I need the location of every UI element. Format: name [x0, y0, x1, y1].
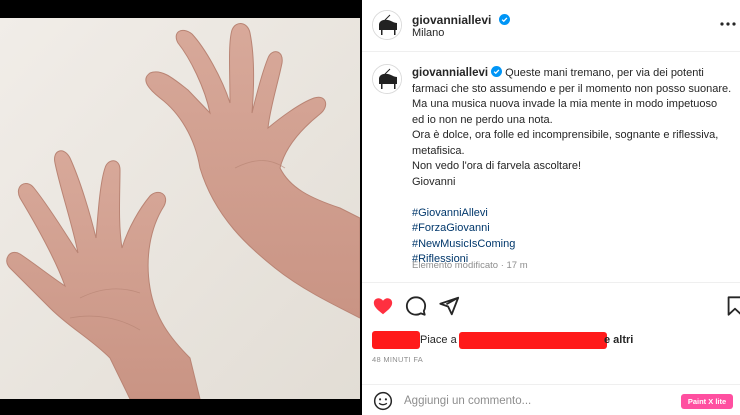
header-username[interactable]: giovanniallevi	[412, 13, 491, 27]
caption-first-line: giovanniallevi Queste mani tremano, per …	[412, 66, 738, 82]
redaction-mark	[372, 331, 420, 349]
piano-icon	[373, 65, 401, 93]
caption-line: farmaci che sto assumendo e per il momen…	[412, 82, 732, 95]
comment-icon[interactable]	[405, 295, 427, 317]
likes-suffix[interactable]: e altri	[604, 334, 633, 346]
hands-illustration	[0, 18, 360, 399]
watermark-badge: Paint X lite	[681, 394, 733, 409]
heart-icon[interactable]	[372, 295, 394, 317]
likes-prefix: Piace a	[420, 334, 457, 346]
emoji-icon[interactable]	[373, 391, 393, 411]
redaction-mark	[459, 332, 607, 349]
post-photo[interactable]	[0, 18, 360, 399]
post-panel: giovanniallevi Milano giovanniallevi Que…	[362, 0, 740, 415]
caption-line: Ma una musica nuova invade la mia mente …	[412, 98, 718, 110]
caption-avatar[interactable]	[372, 64, 402, 94]
caption-line: ed io non ne perdo una nota.	[412, 113, 553, 126]
comment-row: Paint X lite	[362, 386, 740, 415]
comment-input[interactable]	[404, 391, 654, 411]
likes-row: Piace a e altri	[372, 330, 732, 350]
post-location[interactable]: Milano	[412, 27, 444, 39]
action-bar	[362, 291, 740, 321]
share-icon[interactable]	[438, 295, 460, 317]
post-caption: giovanniallevi Queste mani tremano, per …	[412, 66, 738, 268]
post-header: giovanniallevi Milano	[362, 0, 740, 52]
caption-line: Non vedo l'ora di farvela ascoltare!	[412, 160, 582, 172]
bookmark-icon[interactable]	[724, 295, 740, 317]
piano-avatar[interactable]	[372, 10, 402, 40]
piano-icon	[373, 11, 401, 39]
hashtag-link[interactable]: #GiovanniAllevi	[412, 206, 738, 222]
hashtag-link[interactable]: #NewMusicIsComing	[412, 237, 738, 253]
post-timestamp[interactable]: 48 MINUTI FA	[372, 355, 423, 364]
divider	[362, 282, 740, 283]
verified-icon	[498, 14, 510, 25]
verified-icon	[491, 66, 503, 77]
caption-text: Queste mani tremano, per via dei potenti	[505, 67, 704, 79]
photo-pane	[0, 0, 360, 415]
caption-line: Giovanni	[412, 175, 456, 188]
divider	[362, 384, 740, 385]
hashtag-link[interactable]: #ForzaGiovanni	[412, 221, 738, 237]
caption-line: metafisica.	[412, 144, 465, 157]
caption-username[interactable]: giovanniallevi	[412, 67, 488, 79]
caption-line: Ora è dolce, ora folle ed incomprensibil…	[412, 129, 719, 141]
more-icon[interactable]	[718, 14, 738, 34]
edited-label: Elemento modificato · 17 m	[412, 260, 528, 271]
